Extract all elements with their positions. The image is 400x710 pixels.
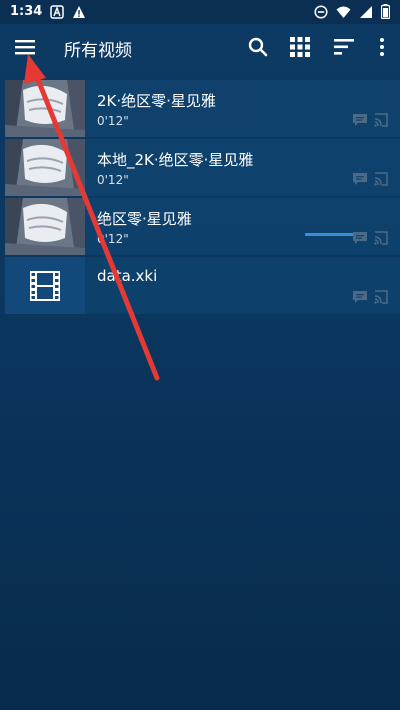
video-list-item[interactable]: data.xki xyxy=(5,257,400,314)
film-icon xyxy=(30,270,60,301)
video-list-item[interactable]: 绝区零·星见雅 0'12" xyxy=(5,198,400,255)
sort-icon xyxy=(334,39,354,55)
playback-progress-bar xyxy=(305,233,355,236)
status-left: 1:34 xyxy=(10,4,86,19)
page-title: 所有视频 xyxy=(64,41,132,61)
cast-icon[interactable] xyxy=(374,171,388,190)
subtitle-icon[interactable] xyxy=(352,289,368,308)
video-list-item[interactable]: 2K·绝区零·星见雅 0'12" xyxy=(5,80,400,137)
status-right xyxy=(314,4,390,19)
menu-icon xyxy=(15,40,35,55)
item-actions xyxy=(352,289,388,308)
grid-view-icon xyxy=(290,37,310,57)
cast-icon[interactable] xyxy=(374,230,388,249)
wifi-icon xyxy=(336,5,351,19)
cast-icon[interactable] xyxy=(374,289,388,308)
more-vert-icon xyxy=(380,38,384,56)
sort-button[interactable] xyxy=(332,35,356,59)
video-thumbnail xyxy=(5,139,85,196)
video-list-item[interactable]: 本地_2K·绝区零·星见雅 0'12" xyxy=(5,139,400,196)
subtitle-icon[interactable] xyxy=(352,230,368,249)
search-button[interactable] xyxy=(246,35,270,59)
dnd-icon xyxy=(314,4,328,19)
warning-icon xyxy=(72,5,86,19)
video-list: 2K·绝区零·星见雅 0'12" 本地_2K·绝区零·星见雅 0'12" 绝区零… xyxy=(5,80,400,316)
status-time: 1:34 xyxy=(10,4,43,19)
search-icon xyxy=(248,37,268,57)
item-actions xyxy=(352,112,388,131)
battery-icon xyxy=(381,4,390,19)
item-actions xyxy=(352,171,388,190)
subtitle-icon[interactable] xyxy=(352,112,368,131)
video-thumbnail xyxy=(5,80,85,137)
grid-view-button[interactable] xyxy=(288,35,312,59)
video-title: data.xki xyxy=(97,267,158,285)
notification-a-icon xyxy=(50,4,65,19)
file-thumbnail xyxy=(5,257,85,314)
video-thumbnail xyxy=(5,198,85,255)
screen: 1:34 所有视频 2K·绝区零·星见雅 0'12" 本地_2K·绝区零·星见雅… xyxy=(0,0,400,710)
cast-icon[interactable] xyxy=(374,112,388,131)
video-title: 绝区零·星见雅 xyxy=(97,210,192,228)
video-duration: 0'12" xyxy=(97,173,129,187)
app-bar: 所有视频 xyxy=(0,24,400,70)
video-duration: 0'12" xyxy=(97,114,129,128)
video-title: 本地_2K·绝区零·星见雅 xyxy=(97,151,254,169)
subtitle-icon[interactable] xyxy=(352,171,368,190)
more-options-button[interactable] xyxy=(370,35,394,59)
item-actions xyxy=(352,230,388,249)
status-bar: 1:34 xyxy=(0,0,400,24)
signal-icon xyxy=(359,5,373,19)
video-title: 2K·绝区零·星见雅 xyxy=(97,92,216,110)
video-duration: 0'12" xyxy=(97,232,129,246)
menu-button[interactable] xyxy=(12,34,38,60)
